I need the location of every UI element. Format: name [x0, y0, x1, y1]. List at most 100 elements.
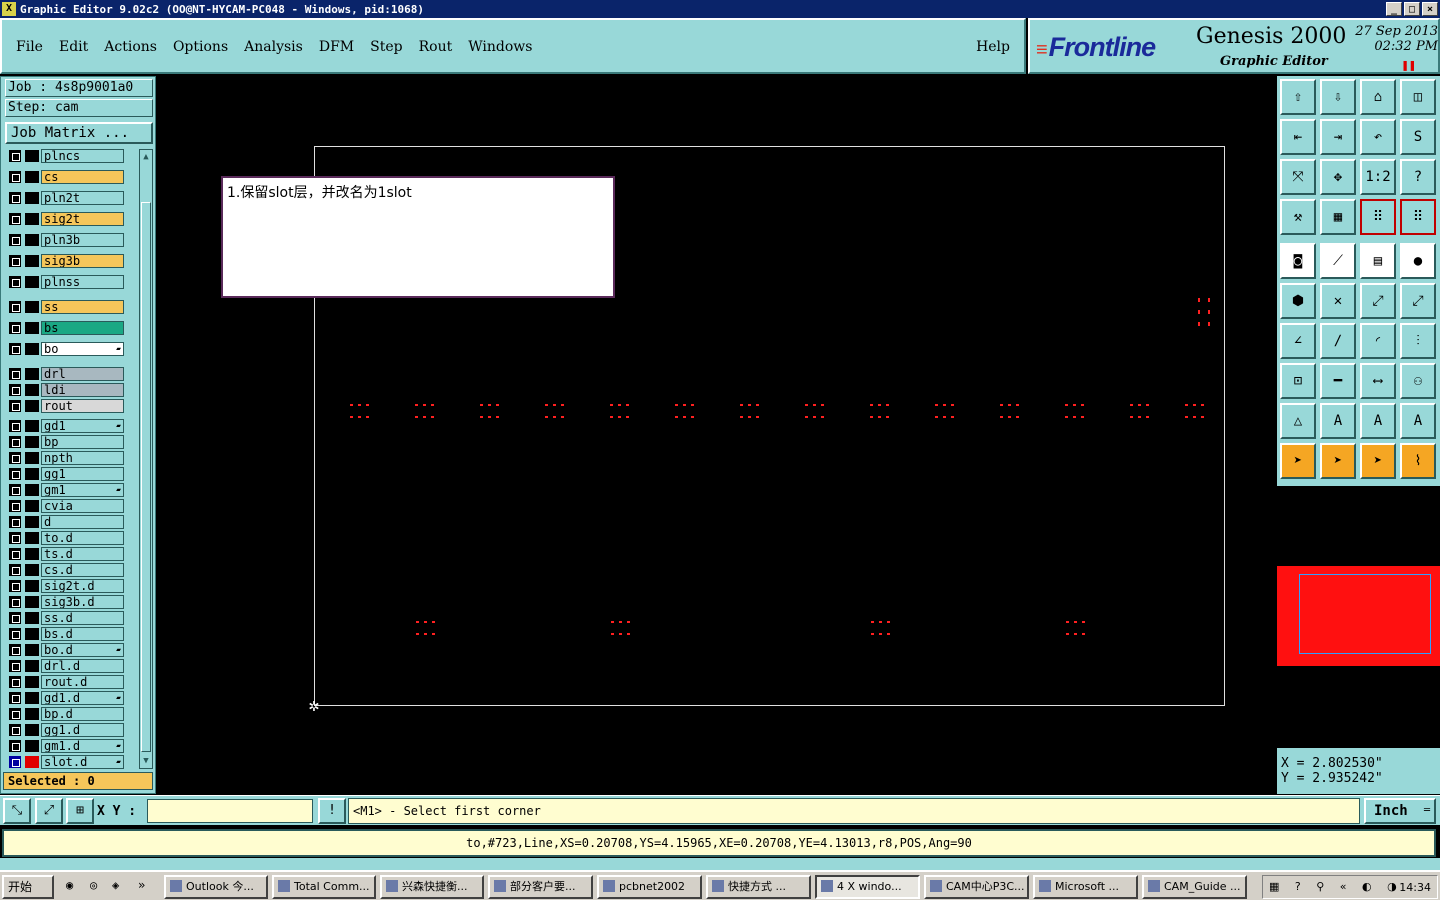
layer-row-gg1-d[interactable]: gg1.d: [5, 723, 137, 737]
taskbar-item[interactable]: 快捷方式 ...: [706, 875, 811, 899]
layer-name[interactable]: cvia: [41, 499, 124, 513]
layer-name[interactable]: rout: [41, 399, 124, 413]
distance-icon[interactable]: ⟷: [1360, 363, 1396, 399]
menu-windows[interactable]: Windows: [468, 39, 532, 55]
layer-affected-toggle[interactable]: [25, 692, 39, 704]
grid-icon[interactable]: ⊞: [66, 798, 94, 824]
layer-row-ldi[interactable]: ldi: [5, 383, 137, 397]
undo-zoom-icon[interactable]: ↶: [1360, 119, 1396, 155]
layer-affected-toggle[interactable]: [25, 234, 39, 246]
redraw-icon[interactable]: S: [1400, 119, 1436, 155]
layer-name[interactable]: ts.d: [41, 547, 124, 561]
layer-scrollbar[interactable]: ▲ ▼: [139, 149, 153, 769]
layer-checkbox[interactable]: [9, 644, 21, 656]
taskbar-item[interactable]: 兴森快捷衡...: [380, 875, 484, 899]
layer-name[interactable]: rout.d: [41, 675, 124, 689]
layer-checkbox[interactable]: [9, 368, 21, 380]
layer-name[interactable]: plncs: [41, 149, 124, 163]
layer-affected-toggle[interactable]: [25, 452, 39, 464]
pad-pad-icon[interactable]: ⊡: [1280, 363, 1316, 399]
ruler-icon[interactable]: ▤: [1360, 243, 1396, 279]
layer-affected-toggle[interactable]: [25, 150, 39, 162]
graphic-canvas[interactable]: 1.保留slot层，并改名为1slot ✲: [158, 76, 1276, 794]
layer-affected-toggle[interactable]: [25, 548, 39, 560]
layer-affected-toggle[interactable]: [25, 343, 39, 355]
snap-on-icon[interactable]: ⠿: [1360, 199, 1396, 235]
menu-dfm[interactable]: DFM: [319, 39, 354, 55]
layer-checkbox[interactable]: [9, 234, 21, 246]
xy-input[interactable]: [147, 799, 313, 823]
layer-checkbox[interactable]: [9, 400, 21, 412]
layer-affected-toggle[interactable]: [25, 322, 39, 334]
taskbar-item[interactable]: pcbnet2002: [597, 875, 702, 899]
layer-affected-toggle[interactable]: [25, 368, 39, 380]
layer-affected-toggle[interactable]: [25, 564, 39, 576]
snap-off-icon[interactable]: ⠿: [1400, 199, 1436, 235]
layer-checkbox[interactable]: [9, 301, 21, 313]
layer-row-gd1-d[interactable]: gd1.d: [5, 691, 137, 705]
layer-row-cs-d[interactable]: cs.d: [5, 563, 137, 577]
layer-name[interactable]: sig3b: [41, 254, 124, 268]
scroll-thumb[interactable]: [141, 202, 151, 752]
layer-row-cs[interactable]: cs: [5, 170, 137, 184]
layer-checkbox[interactable]: [9, 628, 21, 640]
layer-affected-toggle[interactable]: [25, 660, 39, 672]
layer-name[interactable]: sig3b.d: [41, 595, 124, 609]
layer-name[interactable]: ss: [41, 300, 124, 314]
tray-icons[interactable]: ▦ ? ⚲ « ◐ ◑: [1269, 880, 1403, 893]
layer-checkbox[interactable]: [9, 692, 21, 704]
layer-name[interactable]: slot.d: [41, 755, 124, 769]
wrench-icon[interactable]: ⚒: [1280, 199, 1316, 235]
up-layer-icon[interactable]: ⇧: [1280, 79, 1316, 115]
layer-name[interactable]: npth: [41, 451, 124, 465]
help-icon[interactable]: ?: [1400, 159, 1436, 195]
taskbar-item[interactable]: Total Comm...: [272, 875, 376, 899]
taskbar-item[interactable]: Microsoft ...: [1033, 875, 1138, 899]
taskbar-item[interactable]: 部分客户要...: [488, 875, 593, 899]
layer-checkbox[interactable]: [9, 676, 21, 688]
close-button[interactable]: ×: [1422, 2, 1438, 16]
layer-checkbox[interactable]: [9, 580, 21, 592]
layer-row-bs-d[interactable]: bs.d: [5, 627, 137, 641]
layer-affected-toggle[interactable]: [25, 708, 39, 720]
layer-row-pln2t[interactable]: pln2t: [5, 191, 137, 205]
layer-affected-toggle[interactable]: [25, 676, 39, 688]
layer-row-rout-d[interactable]: rout.d: [5, 675, 137, 689]
units-select[interactable]: Inch: [1364, 798, 1436, 824]
minimize-button[interactable]: _: [1386, 2, 1402, 16]
layer-row-sig3b-d[interactable]: sig3b.d: [5, 595, 137, 609]
circles-icon[interactable]: ⚇: [1400, 363, 1436, 399]
layer-name[interactable]: ldi: [41, 383, 124, 397]
desktop-icon[interactable]: ◈: [112, 878, 119, 892]
menu-edit[interactable]: Edit: [59, 39, 88, 55]
layer-row-sig2t-d[interactable]: sig2t.d: [5, 579, 137, 593]
layer-checkbox[interactable]: [9, 484, 21, 496]
zoom-left-icon[interactable]: ⇤: [1280, 119, 1316, 155]
measure-icon[interactable]: ⤢: [35, 798, 63, 824]
menu-file[interactable]: File: [16, 39, 43, 55]
layer-checkbox[interactable]: [9, 564, 21, 576]
layer-name[interactable]: cs.d: [41, 563, 124, 577]
menu-step[interactable]: Step: [370, 39, 402, 55]
layer-checkbox[interactable]: [9, 213, 21, 225]
layer-affected-toggle[interactable]: [25, 468, 39, 480]
layer-name[interactable]: bp: [41, 435, 124, 449]
layer-row-plncs[interactable]: plncs: [5, 149, 137, 163]
arc-icon[interactable]: ◜: [1360, 323, 1396, 359]
down-layer-icon[interactable]: ⇩: [1320, 79, 1356, 115]
layer-affected-toggle[interactable]: [25, 628, 39, 640]
a-icon[interactable]: A: [1320, 403, 1356, 439]
layer-checkbox[interactable]: [9, 500, 21, 512]
layer-name[interactable]: d: [41, 515, 124, 529]
more-icon[interactable]: »: [138, 878, 145, 892]
maximize-button[interactable]: □: [1404, 2, 1420, 16]
layer-name[interactable]: ss.d: [41, 611, 124, 625]
cross-icon[interactable]: ✕: [1320, 283, 1356, 319]
layer-row-gg1[interactable]: gg1: [5, 467, 137, 481]
split-view-icon[interactable]: ◫: [1400, 79, 1436, 115]
layer-affected-toggle[interactable]: [25, 532, 39, 544]
layer-affected-toggle[interactable]: [25, 724, 39, 736]
layer-row-drl-d[interactable]: drl.d: [5, 659, 137, 673]
line-mid-icon[interactable]: ━: [1320, 363, 1356, 399]
layer-checkbox[interactable]: [9, 708, 21, 720]
